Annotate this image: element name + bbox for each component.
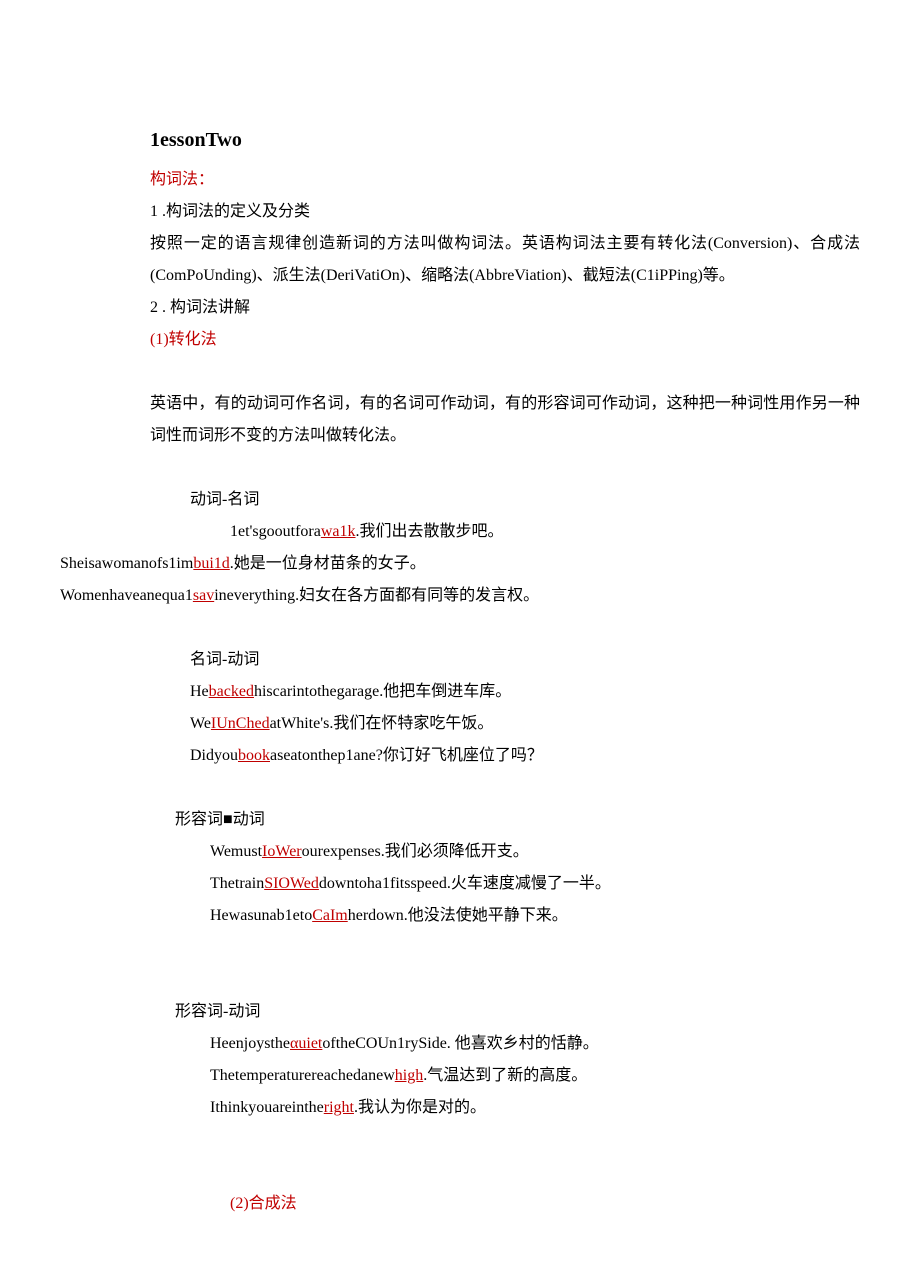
spacer xyxy=(60,1156,860,1188)
underlined-word: αuiet xyxy=(290,1035,322,1052)
text-after: .她是一位身材苗条的女子。 xyxy=(230,555,426,572)
conversion-desc: 英语中，有的动词可作名词，有的名词可作动词，有的形容词可作动词，这种把一种词性用… xyxy=(150,388,860,452)
text-after: hiscarintothegarage.他把车倒进车库。 xyxy=(254,683,511,700)
spacer xyxy=(60,612,860,644)
example-lunched: WeIUnChedatWhite's.我们在怀特家吃午饭。 xyxy=(190,708,860,740)
text-before: 1et'sgooutfora xyxy=(230,523,321,540)
point-1-heading: 1 .构词法的定义及分类 xyxy=(150,196,860,228)
text-after: ineverything.妇女在各方面都有同等的发言权。 xyxy=(214,587,539,604)
example-lower: WemustIoWerourexpenses.我们必须降低开支。 xyxy=(210,836,860,868)
example-high: Thetemperaturereachedanewhigh.气温达到了新的高度。 xyxy=(210,1060,860,1092)
point-1-body: 按照一定的语言规律创造新词的方法叫做构词法。英语构词法主要有转化法(Conver… xyxy=(150,228,860,292)
text-before: Didyou xyxy=(190,747,238,764)
text-after: downtoha1fitsspeed.火车速度减慢了一半。 xyxy=(319,875,611,892)
text-before: Thetrain xyxy=(210,875,264,892)
example-backed: Hebackedhiscarintothegarage.他把车倒进车库。 xyxy=(190,676,860,708)
text-before: Thetemperaturereachedanew xyxy=(210,1067,395,1084)
text-after: herdown.他没法使她平静下来。 xyxy=(348,907,568,924)
category-verb-noun: 动词-名词 xyxy=(190,484,860,516)
underlined-word: high xyxy=(395,1067,423,1084)
text-before: He xyxy=(190,683,209,700)
example-calm: Hewasunab1etoCaImherdown.他没法使她平静下来。 xyxy=(210,900,860,932)
lesson-title: 1essonTwo xyxy=(150,120,860,160)
text-after: .我认为你是对的。 xyxy=(354,1099,486,1116)
text-after: .气温达到了新的高度。 xyxy=(423,1067,587,1084)
text-before: Sheisawomanofs1im xyxy=(60,555,193,572)
spacer xyxy=(60,1124,860,1156)
text-before: Heenjoysthe xyxy=(210,1035,290,1052)
example-build: Sheisawomanofs1imbui1d.她是一位身材苗条的女子。 xyxy=(60,548,860,580)
text-after: atWhite's.我们在怀特家吃午饭。 xyxy=(270,715,494,732)
text-before: We xyxy=(190,715,211,732)
example-book: Didyoubookaseatonthep1ane?你订好飞机座位了吗？ xyxy=(190,740,860,772)
text-after: .我们出去散散步吧。 xyxy=(356,523,504,540)
text-before: Wemust xyxy=(210,843,262,860)
subheading-compounding: (2)合成法 xyxy=(230,1188,860,1220)
example-right: Ithinkyouareintheright.我认为你是对的。 xyxy=(210,1092,860,1124)
section-heading-wordformation: 构词法： xyxy=(150,164,860,196)
example-quiet: HeenjoystheαuietoftheCOUn1rySide. 他喜欢乡村的… xyxy=(210,1028,860,1060)
cat3-b: 动词 xyxy=(233,811,265,828)
underlined-word: backed xyxy=(209,683,254,700)
underlined-word: IUnChed xyxy=(211,715,270,732)
example-walk: 1et'sgooutforawa1k.我们出去散散步吧。 xyxy=(230,516,860,548)
underlined-word: CaIm xyxy=(312,907,348,924)
underlined-word: wa1k xyxy=(321,523,356,540)
text-before: Womenhaveanequa1 xyxy=(60,587,193,604)
spacer xyxy=(60,356,860,388)
example-say: Womenhaveanequa1savineverything.妇女在各方面都有… xyxy=(60,580,860,612)
category-adj-verb-2: 形容词-动词 xyxy=(175,996,860,1028)
underlined-word: right xyxy=(324,1099,354,1116)
text-after: oftheCOUn1rySide. 他喜欢乡村的恬静。 xyxy=(322,1035,598,1052)
spacer xyxy=(60,452,860,484)
text-after: aseatonthep1ane?你订好飞机座位了吗？ xyxy=(270,747,543,764)
underlined-word: sav xyxy=(193,587,214,604)
underlined-word: IoWer xyxy=(262,843,302,860)
category-noun-verb: 名词-动词 xyxy=(190,644,860,676)
underlined-word: bui1d xyxy=(193,555,229,572)
underlined-word: book xyxy=(238,747,270,764)
underlined-word: SIOWed xyxy=(264,875,319,892)
text-after: ourexpenses.我们必须降低开支。 xyxy=(302,843,529,860)
text-before: Ithinkyouareinthe xyxy=(210,1099,324,1116)
spacer xyxy=(60,772,860,804)
square-icon: ■ xyxy=(223,811,233,828)
text-before: Hewasunab1eto xyxy=(210,907,312,924)
cat3-a: 形容词 xyxy=(175,811,223,828)
example-slowed: ThetrainSIOWeddowntoha1fitsspeed.火车速度减慢了… xyxy=(210,868,860,900)
subheading-conversion: (1)转化法 xyxy=(150,324,860,356)
category-adj-verb-1: 形容词■动词 xyxy=(175,804,860,836)
document-page: 1essonTwo 构词法： 1 .构词法的定义及分类 按照一定的语言规律创造新… xyxy=(0,0,920,1260)
point-2-heading: 2 . 构词法讲解 xyxy=(150,292,860,324)
spacer xyxy=(60,964,860,996)
spacer xyxy=(60,932,860,964)
